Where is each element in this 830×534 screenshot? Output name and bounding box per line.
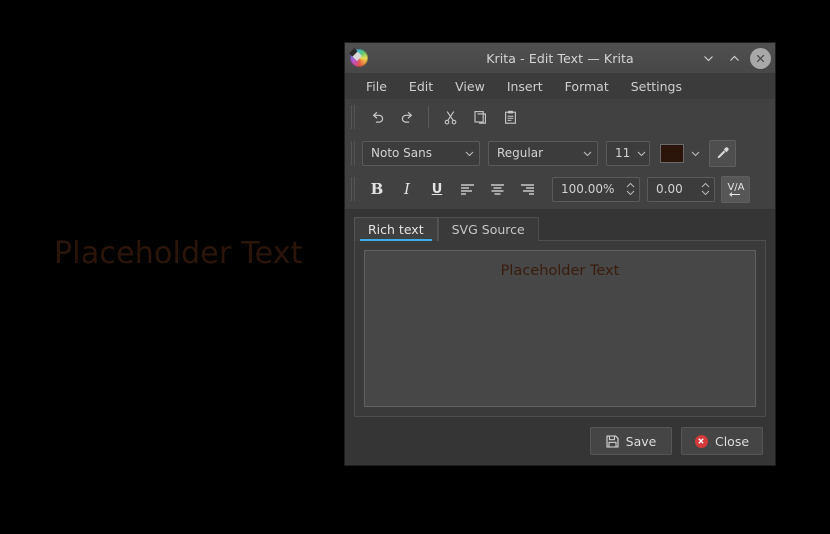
clipboard-icon[interactable] — [495, 104, 525, 130]
font-family-select[interactable]: Noto Sans — [362, 140, 480, 166]
screen: Placeholder Text Krita - Edit Text — Kri… — [0, 0, 830, 534]
menu-item-format[interactable]: Format — [555, 76, 619, 97]
font-size-select[interactable]: 11 — [606, 140, 650, 166]
bold-button[interactable]: B — [362, 176, 392, 202]
edit-toolbar — [345, 99, 775, 135]
eyedropper-icon[interactable] — [709, 139, 736, 167]
save-button[interactable]: Save — [590, 427, 672, 455]
toolbar-drag-handle[interactable] — [349, 176, 357, 202]
line-height-spinner[interactable]: 100.00% — [552, 176, 640, 202]
align-right-icon[interactable] — [512, 176, 542, 202]
font-style-value: Regular — [497, 146, 544, 160]
chevron-down-icon[interactable] — [698, 48, 719, 69]
window-controls — [698, 47, 771, 69]
font-style-select[interactable]: Regular — [488, 140, 598, 166]
krita-logo-icon — [349, 48, 368, 67]
redo-button[interactable] — [392, 104, 422, 130]
font-size-value: 11 — [615, 146, 630, 160]
letter-spacing-value: 0.00 — [656, 182, 683, 196]
font-family-value: Noto Sans — [371, 146, 433, 160]
dialog-footer: Save Close — [345, 417, 775, 465]
align-left-icon[interactable] — [452, 176, 482, 202]
close-button[interactable]: Close — [681, 427, 763, 455]
toolbar-drag-handle[interactable] — [349, 140, 357, 166]
toolbars: Noto Sans Regular 11 B I U 100.00% 0.00 … — [345, 99, 775, 209]
italic-button[interactable]: I — [392, 176, 422, 202]
window-titlebar[interactable]: Krita - Edit Text — Krita — [345, 43, 775, 73]
spinner-arrows[interactable] — [700, 182, 711, 196]
toolbar-separator — [428, 106, 429, 128]
underline-button[interactable]: U — [422, 176, 452, 202]
close-x-icon[interactable] — [750, 47, 771, 69]
tab-svg-source[interactable]: SVG Source — [437, 217, 539, 241]
editor-text-content: Placeholder Text — [500, 263, 620, 279]
chevron-down-icon — [636, 148, 647, 159]
line-height-value: 100.00% — [561, 182, 615, 196]
menu-item-edit[interactable]: Edit — [399, 76, 443, 97]
kerning-button[interactable]: V/A — [721, 175, 750, 203]
letter-spacing-spinner[interactable]: 0.00 — [647, 176, 715, 202]
rich-text-editor[interactable]: Placeholder Text — [364, 250, 756, 407]
format-toolbar: B I U 100.00% 0.00 V/A — [345, 171, 775, 207]
dialog-content: Rich text SVG Source Placeholder Text — [345, 209, 775, 417]
canvas-placeholder-text: Placeholder Text — [54, 236, 303, 271]
chevron-down-icon — [464, 148, 475, 159]
scissors-icon[interactable] — [435, 104, 465, 130]
align-center-icon[interactable] — [482, 176, 512, 202]
tab-panel: Placeholder Text — [354, 240, 766, 417]
menu-item-settings[interactable]: Settings — [621, 76, 692, 97]
close-button-label: Close — [714, 433, 750, 449]
toolbar-drag-handle[interactable] — [349, 104, 357, 130]
edit-text-dialog: Krita - Edit Text — Krita File Edit View… — [345, 43, 775, 465]
chevron-down-icon[interactable] — [684, 141, 706, 165]
chevron-up-icon[interactable] — [724, 48, 745, 69]
tab-rich-text[interactable]: Rich text — [354, 217, 438, 241]
chevron-down-icon — [582, 148, 593, 159]
menu-item-file[interactable]: File — [356, 76, 397, 97]
spinner-arrows[interactable] — [625, 182, 636, 196]
text-color-swatch[interactable] — [660, 143, 684, 163]
undo-button[interactable] — [362, 104, 392, 130]
save-button-label: Save — [625, 433, 657, 449]
close-circle-icon — [694, 434, 708, 448]
menu-bar: File Edit View Insert Format Settings — [345, 73, 775, 99]
copy-icon[interactable] — [465, 104, 495, 130]
font-toolbar: Noto Sans Regular 11 — [345, 135, 775, 171]
floppy-disk-icon — [606, 434, 619, 448]
menu-item-insert[interactable]: Insert — [497, 76, 553, 97]
menu-item-view[interactable]: View — [445, 76, 495, 97]
svg-text:V/A: V/A — [727, 182, 744, 193]
tab-bar: Rich text SVG Source — [354, 215, 766, 241]
